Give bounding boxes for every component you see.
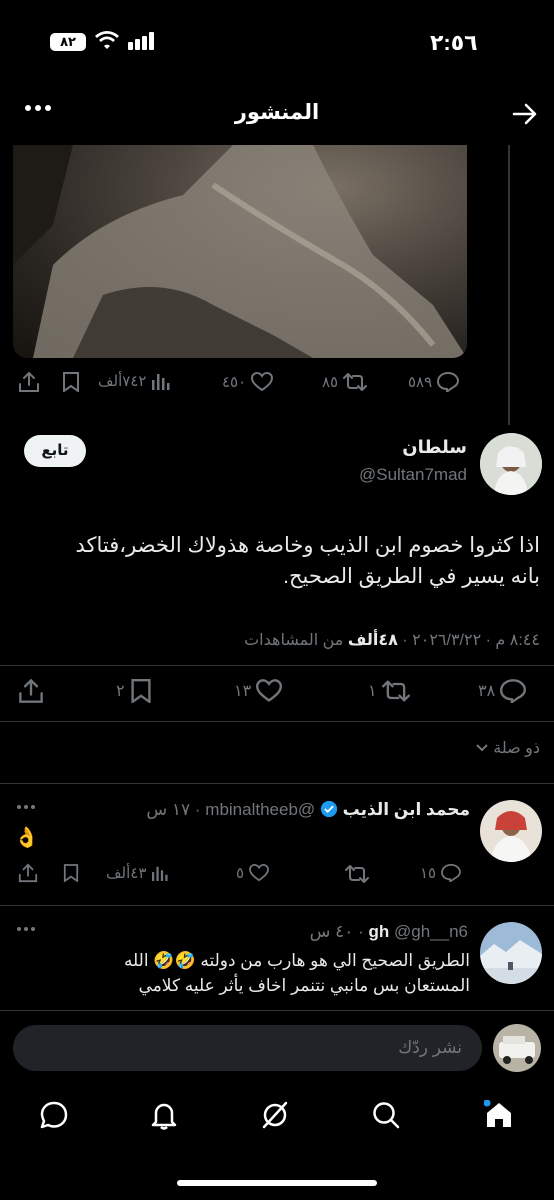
reply-input-placeholder: نشر ردّك	[398, 1038, 462, 1057]
post-meta: ٨:٤٤ م · ٢٠٢٦/٣/٢٢ · ٤٨ألف من المشاهدات	[14, 630, 540, 650]
reply-avatar[interactable]	[480, 800, 542, 862]
post-views-count: ٤٨ألف	[347, 632, 398, 649]
relevance-sort-dropdown[interactable]: ذو صلة	[420, 738, 540, 758]
messages-icon[interactable]	[39, 1100, 69, 1130]
signal-icon	[128, 32, 156, 50]
heart-icon	[256, 679, 283, 703]
author-name[interactable]: سلطان	[260, 437, 467, 458]
reply1-repost-icon[interactable]	[345, 864, 369, 884]
post-text-line-2: بانه يسير في الطريق الصحيح.	[283, 565, 540, 588]
post-text: اذا كثروا خصوم ابن الذيب وخاصة هذولاك ال…	[14, 530, 540, 592]
bookmark-count: ٢	[116, 683, 125, 700]
reply-more-icon[interactable]	[16, 926, 36, 932]
reply-button[interactable]: ٣٨	[478, 679, 527, 703]
reply-header: محمد ابن الذيب @mbinaltheeb · ١٧ س	[14, 800, 470, 820]
divider	[0, 1010, 554, 1011]
grok-icon[interactable]	[260, 1100, 290, 1130]
repost-icon	[343, 372, 368, 392]
wifi-icon	[95, 31, 119, 51]
home-indicator	[177, 1180, 377, 1186]
page-title: المنشور	[234, 101, 320, 124]
reply1-reply-button[interactable]: ١٥	[420, 864, 462, 882]
battery-indicator: ٨٢	[50, 33, 86, 51]
like-count: ١٣	[234, 683, 252, 700]
home-icon[interactable]	[484, 1100, 514, 1130]
reply1-like-count: ٥	[236, 865, 245, 882]
divider	[0, 721, 554, 722]
repost-count: ١	[368, 683, 377, 700]
thread-line	[508, 145, 510, 425]
reply-text-line-1: الطريق الصحيح الي هو هارب من دولته 🤣🤣 ال…	[123, 951, 470, 970]
quoted-reply-button[interactable]: ٥٨٩	[408, 372, 460, 392]
bookmark-icon	[130, 679, 152, 703]
reply-time: · ٤٠ س	[309, 922, 364, 941]
verified-badge-icon	[320, 800, 338, 818]
reply1-reply-count: ١٥	[420, 865, 437, 882]
follow-button[interactable]: تابع	[24, 435, 86, 467]
search-icon[interactable]	[371, 1100, 401, 1130]
post-timestamp: ٨:٤٤ م · ٢٠٢٦/٣/٢٢ ·	[402, 632, 540, 649]
my-avatar[interactable]	[493, 1024, 541, 1072]
reply-text: 👌	[14, 827, 39, 849]
reply-author-name[interactable]: محمد ابن الذيب	[343, 800, 470, 819]
reply-count: ٣٨	[478, 683, 496, 700]
quoted-views-button[interactable]: ٧٤٢ألف	[98, 372, 171, 390]
author-handle[interactable]: @Sultan7mad	[260, 465, 467, 485]
bookmark-button[interactable]: ٢	[116, 679, 152, 703]
views-icon	[151, 372, 171, 390]
share-icon[interactable]	[18, 678, 44, 704]
reply-author-handle[interactable]: @mbinaltheeb	[205, 800, 315, 819]
reply1-share-icon[interactable]	[18, 863, 38, 883]
post-image[interactable]	[13, 145, 467, 358]
reply-avatar[interactable]	[480, 922, 542, 984]
reply-author-name[interactable]: gh	[368, 922, 389, 941]
reply-input[interactable]: نشر ردّك	[13, 1025, 482, 1071]
repost-icon	[381, 679, 410, 703]
notifications-bell-icon[interactable]	[149, 1100, 179, 1130]
quoted-reply-count: ٥٨٩	[408, 374, 433, 391]
back-arrow-icon[interactable]	[512, 103, 538, 125]
reply-icon	[441, 864, 462, 882]
quoted-repost-count: ٨٥	[322, 374, 339, 391]
relevance-label: ذو صلة	[493, 740, 540, 757]
reply1-views-count: ٤٣ألف	[106, 865, 147, 882]
heart-icon	[251, 372, 274, 392]
divider	[0, 783, 554, 784]
quoted-views-count: ٧٤٢ألف	[98, 373, 147, 390]
quoted-bookmark-icon[interactable]	[62, 372, 80, 392]
reply1-like-button[interactable]: ٥	[236, 864, 269, 882]
reply-text-line-2: المستعان بس مانبي نتنمر اخاف يأثر عليه ك…	[138, 976, 470, 995]
reply-more-icon[interactable]	[16, 804, 36, 810]
reply-icon	[500, 679, 527, 703]
author-avatar[interactable]	[480, 433, 542, 495]
reply-icon	[437, 372, 460, 392]
reply-author-handle[interactable]: @gh__n6	[394, 922, 468, 941]
reply1-bookmark-icon[interactable]	[63, 864, 79, 882]
reply-text: الطريق الصحيح الي هو هارب من دولته 🤣🤣 ال…	[14, 948, 470, 998]
like-button[interactable]: ١٣	[234, 679, 283, 703]
divider	[0, 665, 554, 666]
divider	[0, 905, 554, 906]
reply1-views-button[interactable]: ٤٣ألف	[106, 864, 169, 882]
status-time: ٢:٥٦	[430, 30, 478, 55]
quoted-share-icon[interactable]	[18, 371, 40, 393]
repost-button[interactable]: ١	[368, 679, 410, 703]
reply-header: gh @gh__n6 · ٤٠ س	[270, 922, 468, 942]
author-handle-text: @Sultan7mad	[359, 465, 467, 484]
chevron-down-icon	[475, 743, 489, 753]
heart-icon	[249, 864, 269, 882]
post-text-line-1: اذا كثروا خصوم ابن الذيب وخاصة هذولاك ال…	[75, 534, 540, 557]
quoted-like-button[interactable]: ٤٥٠	[222, 372, 274, 392]
post-views-label: من المشاهدات	[244, 632, 344, 649]
reply-time: · ١٧ س	[146, 800, 201, 819]
quoted-like-count: ٤٥٠	[222, 374, 247, 391]
quoted-repost-button[interactable]: ٨٥	[322, 372, 368, 392]
views-icon	[151, 865, 169, 881]
